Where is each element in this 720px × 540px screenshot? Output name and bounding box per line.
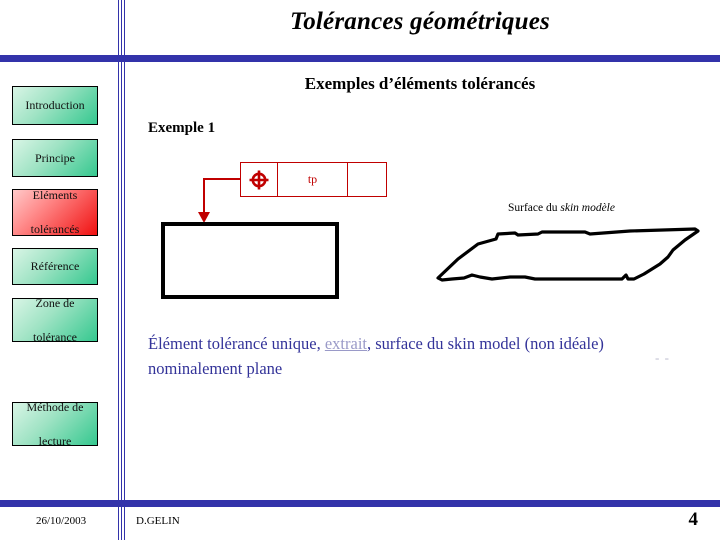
top-horizontal-rule	[0, 55, 720, 62]
tolerance-control-frame: tp	[240, 162, 387, 197]
footer-author: D.GELIN	[136, 515, 180, 527]
footer-date: 26/10/2003	[36, 515, 87, 527]
sidebar-item-label-line1: Eléments	[32, 188, 78, 202]
skin-surface-shape	[436, 227, 700, 282]
vertical-rule-middle	[121, 0, 122, 540]
sidebar-item-zone-de-tolerance[interactable]: Zone de tolérance	[12, 296, 98, 344]
page-title: Tolérances géométriques	[290, 8, 550, 35]
vertical-rule-left	[118, 0, 119, 540]
datum-cell	[348, 163, 386, 196]
leader-line-horizontal	[203, 178, 241, 180]
sidebar-item-label: Principe	[35, 150, 75, 165]
sidebar-item-label: Zone de tolérance	[29, 295, 81, 346]
sidebar-item-principe[interactable]: Principe	[12, 139, 98, 177]
vertical-rule-right	[124, 0, 125, 540]
sidebar-item-label-line2: tolérancés	[30, 222, 80, 236]
sidebar-item-label: Eléments tolérancés	[27, 187, 84, 238]
dash-mark: - -	[655, 350, 670, 365]
caption-link-extrait[interactable]: extrait	[325, 334, 367, 353]
sidebar-item-label-line1: Zone de	[35, 295, 75, 310]
sidebar-item-introduction[interactable]: Introduction	[12, 86, 98, 125]
sidebar-item-reference[interactable]: Référence	[12, 248, 98, 285]
sidebar-item-label-line1: Méthode de	[26, 399, 84, 414]
caption-part1: Élément tolérancé unique,	[148, 334, 325, 353]
sidebar-item-label-line2: tolérance	[33, 329, 77, 344]
nominal-plane-rectangle	[161, 222, 339, 299]
slide-canvas: Tolérances géométriques Exemples d’éléme…	[0, 0, 720, 540]
skin-surface-caption: Surface du skin modèle	[508, 202, 615, 214]
bottom-horizontal-rule	[0, 500, 720, 507]
sidebar-item-methode-de-lecture[interactable]: Méthode de lecture	[12, 400, 98, 448]
skin-caption-prefix: Surface du	[508, 202, 561, 214]
body-caption: Élément tolérancé unique, extrait, surfa…	[148, 331, 648, 381]
skin-caption-italic: skin modèle	[560, 202, 615, 214]
sidebar-item-label-line2: lecture	[38, 433, 72, 448]
sidebar-item-label: Méthode de lecture	[23, 399, 88, 450]
sidebar-item-label: Introduction	[25, 98, 85, 112]
sidebar-item-label: Référence	[30, 259, 80, 273]
leader-line-vertical	[203, 178, 205, 214]
tolerance-value-cell: tp	[278, 163, 348, 196]
footer-page-number: 4	[688, 509, 699, 530]
section-heading: Exemples d’éléments tolérancés	[304, 74, 536, 93]
sidebar-item-elements-tolerances[interactable]: Eléments tolérancés	[12, 187, 98, 238]
position-symbol-icon	[241, 163, 278, 196]
example-label: Exemple 1	[148, 120, 216, 136]
